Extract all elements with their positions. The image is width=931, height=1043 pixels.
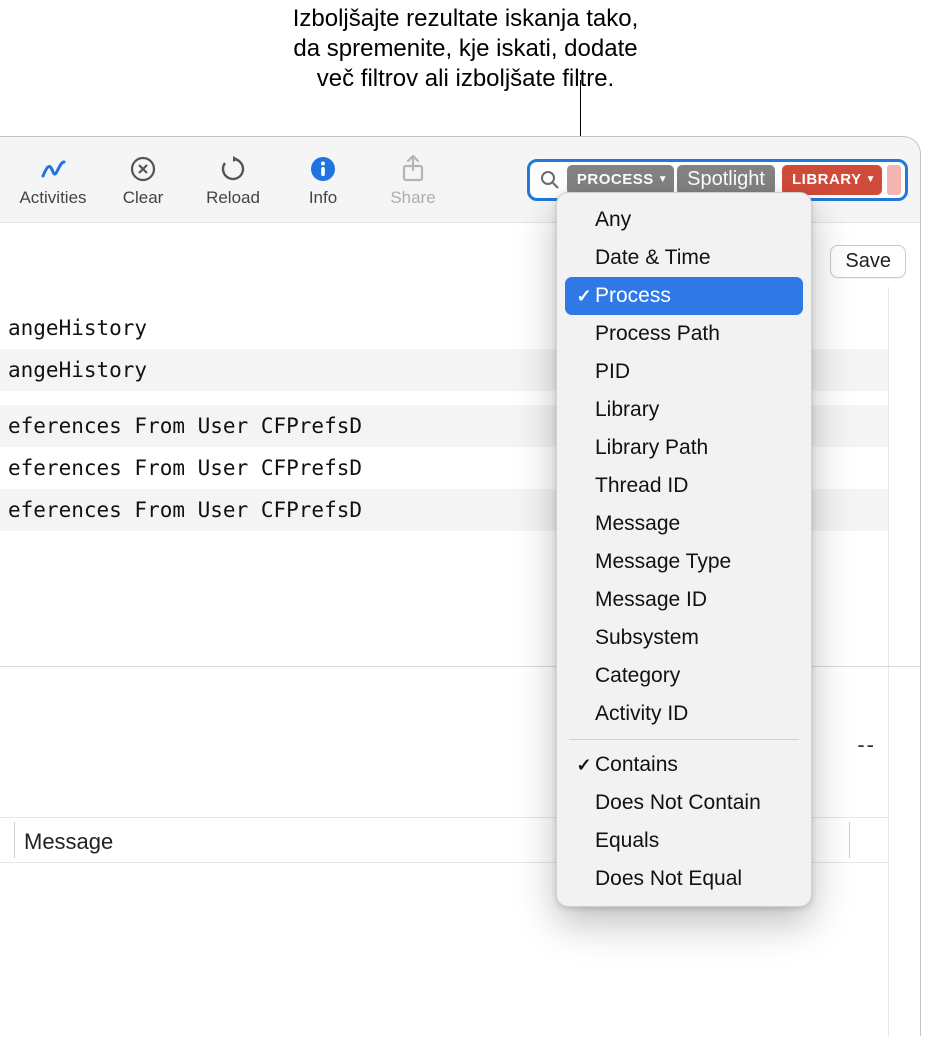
activities-button[interactable]: Activities [8,140,98,220]
activities-icon [36,152,70,186]
menu-separator [569,739,799,740]
filter-library-label: LIBRARY [792,171,862,188]
menu-item-label: Activity ID [595,702,688,726]
chevron-down-icon: ▼ [866,174,876,185]
save-button[interactable]: Save [830,245,906,278]
reload-button[interactable]: Reload [188,140,278,220]
menu-item-subsystem[interactable]: Subsystem [565,619,803,657]
info-icon [306,152,340,186]
reload-icon [216,152,250,186]
menu-item-equals[interactable]: Equals [565,822,803,860]
menu-item-message[interactable]: Message [565,505,803,543]
search-icon [536,170,564,190]
menu-item-label: Thread ID [595,474,688,498]
clear-icon [126,152,160,186]
menu-item-label: Category [595,664,680,688]
menu-item-activity-id[interactable]: Activity ID [565,695,803,733]
filter-value-spotlight[interactable]: Spotlight [677,165,775,195]
menu-item-library-path[interactable]: Library Path [565,429,803,467]
menu-item-label: Process Path [595,322,720,346]
scrollbar[interactable] [888,287,920,1036]
menu-item-label: Process [595,284,671,308]
share-label: Share [390,188,435,208]
menu-item-contains[interactable]: ✓Contains [565,746,803,784]
menu-item-any[interactable]: Any [565,201,803,239]
menu-item-message-id[interactable]: Message ID [565,581,803,619]
annotation-callout: Izboljšajte rezultate iskanja tako, da s… [0,4,931,94]
filter-library-value-stub[interactable] [887,165,901,195]
info-label: Info [309,188,337,208]
column-separator[interactable] [849,822,850,858]
filter-token-process[interactable]: PROCESS ▼ [567,165,674,195]
clear-button[interactable]: Clear [98,140,188,220]
info-button[interactable]: Info [278,140,368,220]
menu-item-process-path[interactable]: Process Path [565,315,803,353]
menu-item-does-not-contain[interactable]: Does Not Contain [565,784,803,822]
chevron-down-icon: ▼ [658,174,668,185]
clear-label: Clear [123,188,164,208]
menu-item-label: Message ID [595,588,707,612]
menu-item-label: Message Type [595,550,731,574]
menu-item-label: Equals [595,829,659,853]
menu-item-label: PID [595,360,630,384]
share-button: Share [368,140,458,220]
menu-item-thread-id[interactable]: Thread ID [565,467,803,505]
menu-item-label: Any [595,208,631,232]
menu-item-label: Library Path [595,436,708,460]
menu-item-process[interactable]: ✓Process [565,277,803,315]
menu-item-message-type[interactable]: Message Type [565,543,803,581]
activities-label: Activities [19,188,86,208]
menu-item-label: Library [595,398,659,422]
check-icon: ✓ [573,755,595,776]
filter-token-library[interactable]: LIBRARY ▼ [782,165,882,195]
menu-item-label: Contains [595,753,678,777]
menu-item-date-time[interactable]: Date & Time [565,239,803,277]
empty-indicator: -- [857,732,876,758]
column-separator[interactable] [14,822,15,858]
annotation-line1: Izboljšajte rezultate iskanja tako, [0,4,931,34]
menu-item-library[interactable]: Library [565,391,803,429]
menu-item-pid[interactable]: PID [565,353,803,391]
column-header-message[interactable]: Message [24,829,113,855]
reload-label: Reload [206,188,260,208]
menu-item-category[interactable]: Category [565,657,803,695]
filter-dropdown-menu[interactable]: AnyDate & Time✓ProcessProcess PathPIDLib… [556,192,812,907]
menu-item-label: Message [595,512,680,536]
menu-item-label: Subsystem [595,626,699,650]
menu-item-label: Date & Time [595,246,711,270]
check-icon: ✓ [573,286,595,307]
menu-item-does-not-equal[interactable]: Does Not Equal [565,860,803,898]
annotation-line3: več filtrov ali izboljšate filtre. [0,64,931,94]
menu-item-label: Does Not Equal [595,867,742,891]
filter-process-label: PROCESS [577,171,654,188]
annotation-line2: da spremenite, kje iskati, dodate [0,34,931,64]
menu-item-label: Does Not Contain [595,791,761,815]
share-icon [396,152,430,186]
